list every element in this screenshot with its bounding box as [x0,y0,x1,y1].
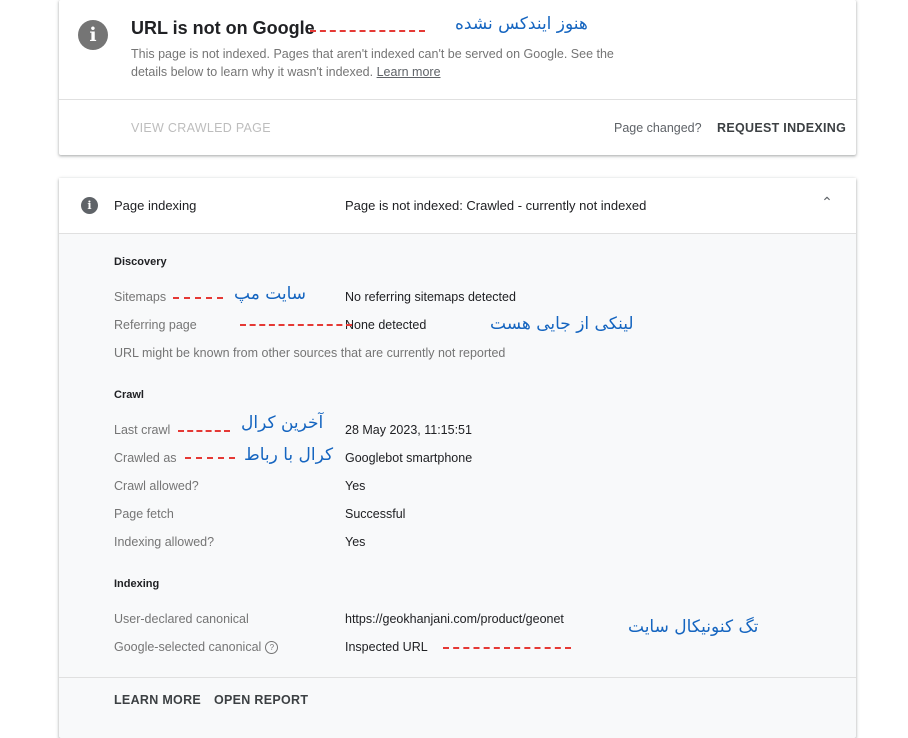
crawl-section-title: Crawl [114,389,144,401]
user-canonical-value: https://geokhanjani.com/product/geonet [345,612,564,626]
annotation-dash [185,457,235,459]
page-indexing-label: Page indexing [114,198,197,213]
referring-page-value: None detected [345,318,427,332]
annotation-canonical-tag: تگ کنونیکال سایت [628,617,759,637]
crawled-as-value: Googlebot smartphone [345,451,473,465]
learn-more-button[interactable]: LEARN MORE [114,693,201,707]
open-report-button[interactable]: OPEN REPORT [214,693,308,707]
annotation-not-indexed: هنوز ایندکس نشده [455,14,588,34]
discovery-section-title: Discovery [114,256,167,268]
indexing-allowed-label: Indexing allowed? [114,535,215,549]
google-canonical-value: Inspected URL [345,640,428,654]
crawled-as-label: Crawled as [114,451,177,465]
info-icon: i [81,197,98,214]
footer-divider [59,677,856,678]
annotation-crawl-with-bot: کرال با رباط [244,445,334,465]
sitemaps-label: Sitemaps [114,290,167,304]
page-indexing-card: i Page indexing Page is not indexed: Cra… [59,178,856,738]
annotation-sitemap: سایت مپ [234,284,307,304]
annotation-dash [173,297,223,299]
view-crawled-page-button[interactable]: VIEW CRAWLED PAGE [131,121,271,135]
crawl-allowed-value: Yes [345,479,366,493]
annotation-link-from-elsewhere: لینکی از جایی هست [490,314,634,334]
crawl-allowed-label: Crawl allowed? [114,479,199,493]
page-indexing-header[interactable]: i Page indexing Page is not indexed: Cra… [59,178,856,234]
help-circle-icon[interactable]: ? [265,641,279,654]
last-crawl-value: 28 May 2023, 11:15:51 [345,423,472,437]
referring-page-label: Referring page [114,318,197,332]
status-title: URL is not on Google [131,18,315,38]
status-description: This page is not indexed. Pages that are… [131,45,651,81]
annotation-dash [240,324,352,326]
indexing-section-title: Indexing [114,578,160,590]
status-description-text: This page is not indexed. Pages that are… [131,47,614,79]
annotation-dash [178,430,230,432]
annotation-last-crawl: آخرین کرال [241,413,324,433]
indexing-allowed-value: Yes [345,535,366,549]
card-divider [59,99,856,100]
user-canonical-label: User-declared canonical [114,612,249,626]
annotation-dash [443,647,571,649]
learn-more-link[interactable]: Learn more [377,65,441,79]
chevron-up-icon[interactable]: ⌃ [817,194,837,211]
page-indexing-status: Page is not indexed: Crawled - currently… [345,198,647,213]
google-canonical-label: Google-selected canonical? [114,640,279,654]
last-crawl-label: Last crawl [114,423,171,437]
page-fetch-value: Successful [345,507,406,521]
page-fetch-label: Page fetch [114,507,174,521]
google-canonical-label-text: Google-selected canonical [114,640,262,654]
annotation-dash [310,30,425,32]
info-icon: i [78,20,108,50]
page-changed-text: Page changed? [614,121,702,135]
sitemaps-value: No referring sitemaps detected [345,290,516,304]
request-indexing-button[interactable]: REQUEST INDEXING [717,121,846,135]
discovery-note: URL might be known from other sources th… [114,346,506,360]
